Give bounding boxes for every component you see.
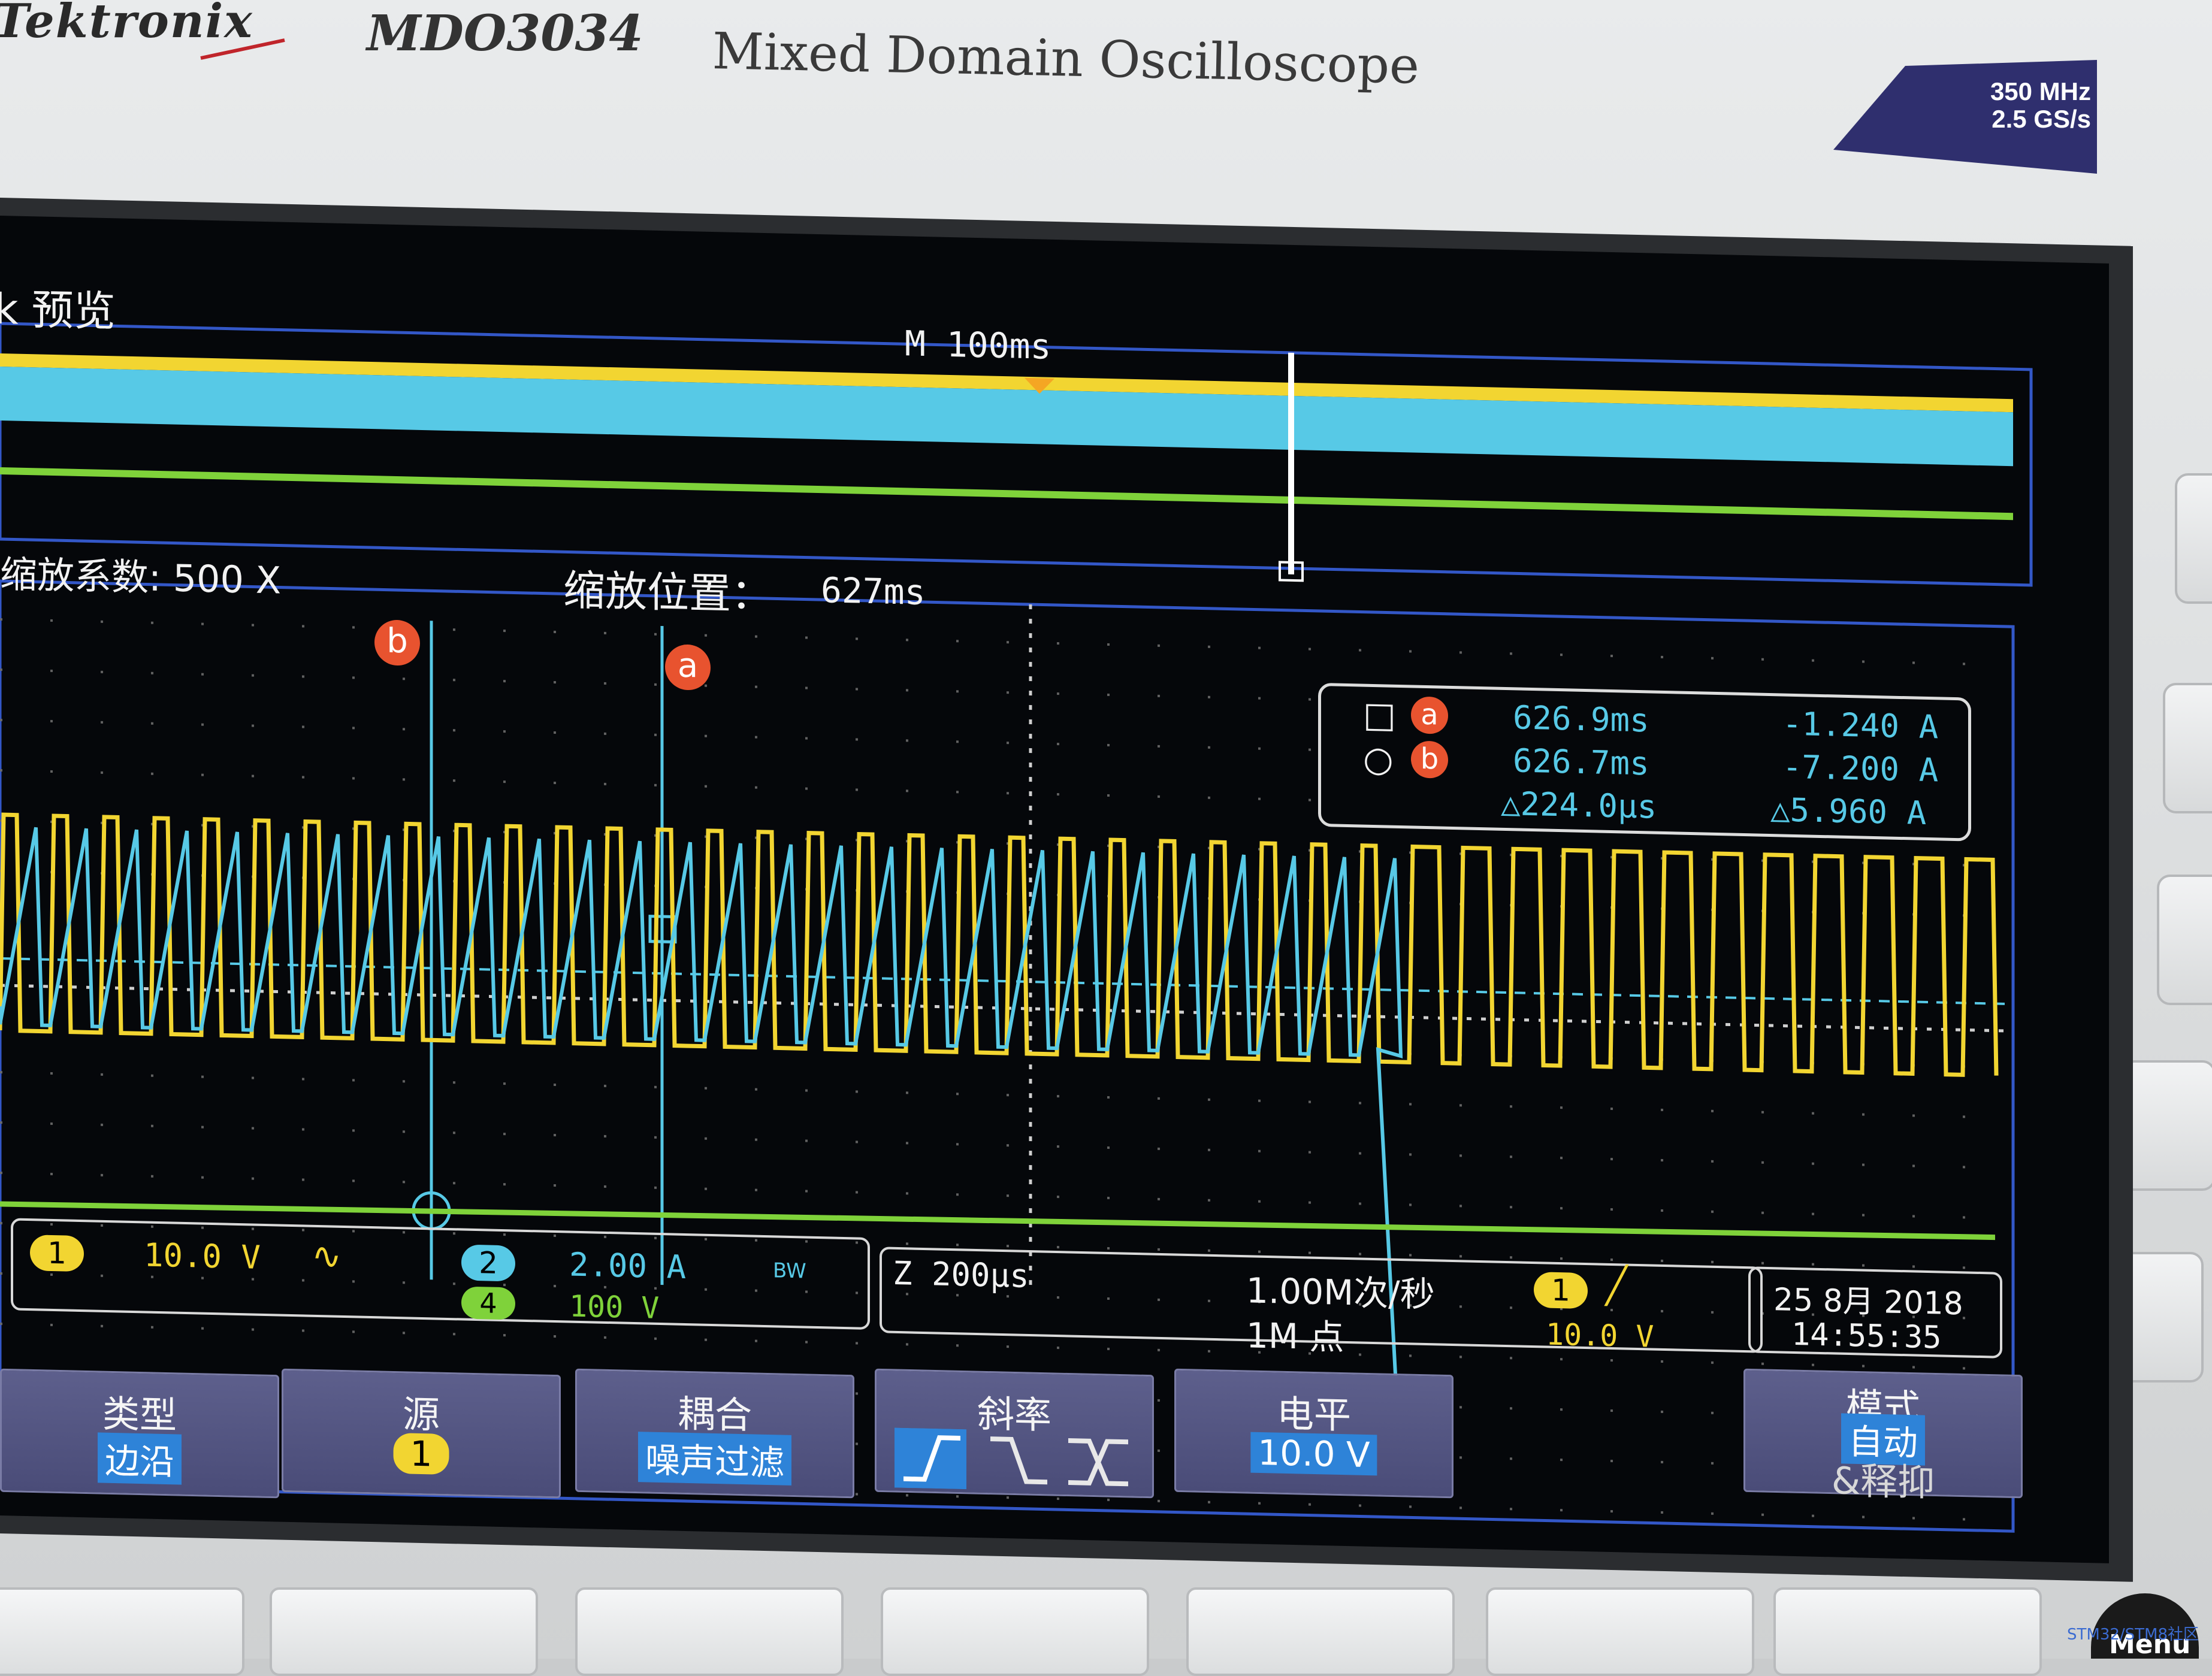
model-name: MDO3034 (367, 5, 643, 62)
softkey-mode[interactable]: 模式 自动 &释抑 (1743, 1368, 2023, 1505)
zoom-position-value: 627ms (821, 570, 926, 613)
cursor-row-b-time: 626.7ms (1513, 742, 1649, 783)
cursor-row-b-badge: b (1411, 740, 1448, 779)
cursor-delta-value: △5.960 A (1770, 791, 1927, 832)
bottom-key-4[interactable] (881, 1587, 1149, 1676)
sample-rate-label: 2.5 GS/s (1992, 105, 2091, 133)
ch2-bandwidth-limit-icon: BW (773, 1258, 806, 1284)
softkey-type[interactable]: 类型 边沿 (0, 1368, 279, 1499)
softkey-source-value: 1 (393, 1432, 449, 1475)
zoom-timebase: Z 200μs (893, 1254, 1029, 1295)
timebase-label: M 100ms (905, 323, 1051, 367)
spec-text: 350 MHz 2.5 GS/s (1923, 78, 2091, 133)
softkey-coupling-value: 噪声过滤 (637, 1432, 792, 1486)
ch2-badge[interactable]: 2 (461, 1244, 515, 1282)
cursor-readout-panel: □ a 626.9ms -1.240 A ○ b 626.7ms -7.200 … (1318, 682, 1971, 842)
cursor-row-b-symbol: ○ (1363, 738, 1394, 780)
softkey-coupling[interactable]: 耦合 噪声过滤 (575, 1368, 854, 1499)
side-button-2[interactable] (2163, 683, 2212, 813)
bandwidth-label: 350 MHz (1990, 77, 2091, 105)
bottom-key-7[interactable] (1773, 1587, 2042, 1676)
cursor-b-marker[interactable]: b (374, 619, 420, 666)
watermark: STM32/STM8社区 (2067, 1626, 2199, 1644)
softkey-type-value: 边沿 (97, 1432, 182, 1485)
softkey-mode-sub: &释抑 (1831, 1459, 1935, 1505)
overview-ch4-band (0, 467, 2013, 521)
cursor-row-a-badge: a (1411, 696, 1448, 734)
cursor-row-a-value: -1.240 A (1782, 704, 1939, 746)
date-readout: 25 8月 2018 (1773, 1282, 1963, 1323)
bottom-key-5[interactable] (1186, 1587, 1455, 1676)
side-button-4[interactable] (2121, 1060, 2212, 1191)
trigger-slope-icon: ╱ (1606, 1264, 1628, 1307)
bottom-key-1[interactable] (0, 1587, 244, 1676)
waveform-display (0, 322, 2033, 1533)
zoom-position-marker (1288, 352, 1294, 575)
softkey-level[interactable]: 电平 10.0 V (1174, 1368, 1453, 1499)
overview-title: k 预览 (0, 284, 116, 337)
cursor-delta-time: △224.0μs (1501, 784, 1657, 826)
bottom-key-6[interactable] (1486, 1587, 1754, 1676)
softkey-source-title: 源 (402, 1392, 440, 1437)
bottom-key-2[interactable] (270, 1587, 538, 1676)
trigger-source-badge: 1 (1534, 1272, 1588, 1309)
ch1-badge[interactable]: 1 (30, 1235, 84, 1272)
zoom-position-label: 缩放位置： (563, 565, 773, 620)
oscilloscope-screen: k 预览 M 100ms 缩放系数: 500 X 缩放位置： 627ms b a… (0, 216, 2109, 1563)
record-length: 1M 点 (1246, 1315, 1344, 1358)
side-button-3[interactable] (2157, 875, 2212, 1005)
softkey-level-title: 电平 (1276, 1391, 1351, 1438)
slope-options (895, 1427, 1128, 1490)
ch2-scale: 2.00 A (569, 1245, 687, 1286)
time-readout: 14:55:35 (1791, 1316, 1942, 1356)
falling-slope-icon (990, 1436, 1047, 1485)
ch4-scale: 100 V (569, 1288, 660, 1326)
ch1-scale: 10.0 V (144, 1236, 261, 1276)
ch1-coupling-icon: ∿ (312, 1235, 342, 1278)
trigger-level-readout: 10.0 V (1546, 1317, 1654, 1354)
cursor-row-b-value: -7.200 A (1782, 748, 1939, 789)
cursor-a-marker[interactable]: a (665, 644, 711, 691)
softkey-slope[interactable]: 斜率 (875, 1368, 1154, 1499)
either-slope-icon (1068, 1438, 1128, 1487)
zoom-factor-label: 缩放系数: 500 X (0, 552, 282, 603)
softkey-source[interactable]: 源 1 (282, 1368, 561, 1499)
softkey-coupling-title: 耦合 (677, 1391, 752, 1438)
ch4-badge[interactable]: 4 (461, 1286, 515, 1320)
brand-swoosh-icon (200, 38, 285, 60)
cursor-row-a-symbol: □ (1363, 694, 1396, 736)
bottom-key-3[interactable] (575, 1587, 844, 1676)
cursor-row-a-time: 626.9ms (1513, 698, 1649, 740)
softkey-type-title: 类型 (102, 1391, 177, 1438)
softkey-level-value: 10.0 V (1250, 1432, 1377, 1476)
side-button-1[interactable] (2175, 473, 2212, 604)
